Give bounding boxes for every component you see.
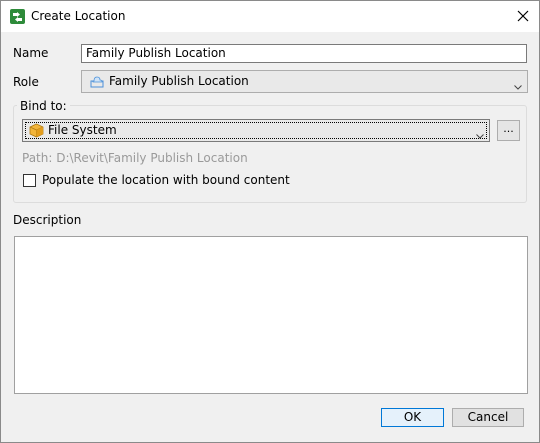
- description-label: Description: [13, 213, 82, 227]
- description-textarea[interactable]: [14, 236, 528, 394]
- browse-button[interactable]: ...: [497, 120, 520, 141]
- bind-to-selected-value: File System: [48, 123, 117, 137]
- role-label: Role: [13, 75, 39, 89]
- ok-button[interactable]: OK: [381, 408, 444, 427]
- create-location-dialog: Create Location Name Family Publish Loca…: [0, 0, 540, 443]
- chevron-down-icon: [514, 79, 522, 92]
- close-icon: [517, 10, 529, 22]
- file-system-cube-icon: [29, 123, 44, 141]
- title-bar: Create Location: [1, 1, 539, 32]
- bind-path-text: Path: D:\Revit\Family Publish Location: [22, 151, 248, 165]
- role-dropdown[interactable]: Family Publish Location: [81, 70, 528, 93]
- close-button[interactable]: [507, 1, 539, 31]
- bind-to-dropdown[interactable]: File System: [22, 119, 490, 142]
- window-title: Create Location: [31, 9, 126, 23]
- cancel-button[interactable]: Cancel: [452, 408, 524, 427]
- populate-checkbox[interactable]: [23, 174, 36, 187]
- cloud-folder-icon: [90, 75, 104, 91]
- name-input[interactable]: Family Publish Location: [81, 44, 527, 63]
- name-label: Name: [13, 46, 49, 60]
- chevron-down-icon: [476, 128, 484, 141]
- bind-to-label: Bind to:: [17, 99, 70, 114]
- location-app-icon: [10, 9, 25, 24]
- role-selected-value: Family Publish Location: [109, 74, 249, 88]
- populate-checkbox-label[interactable]: Populate the location with bound content: [42, 173, 290, 188]
